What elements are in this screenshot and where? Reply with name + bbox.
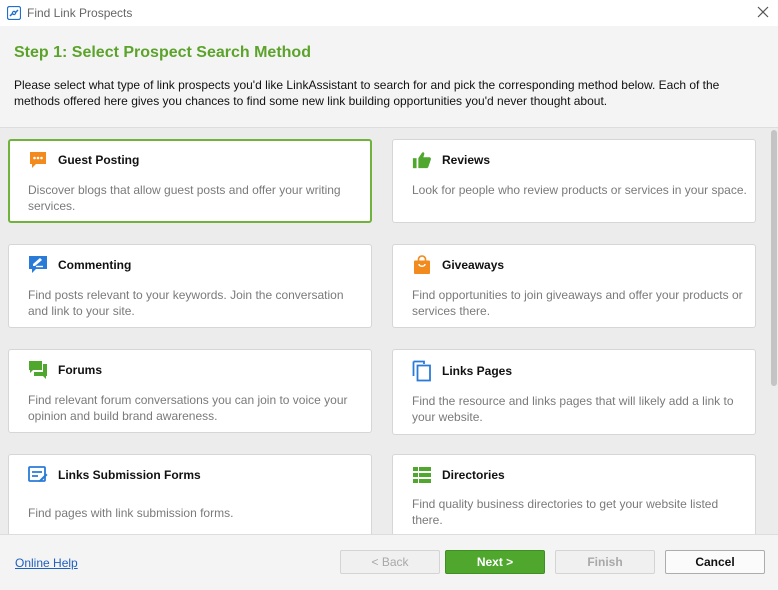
method-card-guest-posting[interactable]: Guest Posting Discover blogs that allow …: [8, 139, 372, 223]
finish-button[interactable]: Finish: [555, 550, 655, 574]
method-card-forums[interactable]: Forums Find relevant forum conversations…: [8, 349, 372, 433]
method-description: Discover blogs that allow guest posts an…: [28, 183, 341, 213]
next-button[interactable]: Next >: [445, 550, 545, 574]
method-description: Find pages with link submission forms.: [28, 506, 234, 520]
method-title: Giveaways: [442, 258, 505, 272]
pages-copy-icon: [412, 360, 432, 382]
form-edit-icon: [28, 465, 48, 485]
method-card-links-submission-forms[interactable]: Links Submission Forms Find pages with l…: [8, 454, 372, 534]
method-card-links-pages[interactable]: Links Pages Find the resource and links …: [392, 349, 756, 435]
scrollbar-thumb[interactable]: [771, 130, 777, 386]
window-title: Find Link Prospects: [27, 6, 133, 20]
method-title: Reviews: [442, 153, 491, 167]
method-description: Find posts relevant to your keywords. Jo…: [28, 288, 344, 318]
method-description: Look for people who review products or s…: [412, 183, 747, 197]
speech-bubble-icon: [28, 150, 48, 170]
dialog-footer: Online Help < Back Next > Finish Cancel: [0, 534, 778, 590]
method-title: Links Pages: [442, 364, 513, 378]
method-title: Directories: [442, 468, 505, 482]
thumbs-up-icon: [412, 150, 432, 170]
method-title: Guest Posting: [58, 153, 140, 167]
app-logo-icon: [7, 6, 21, 20]
method-description: Find the resource and links pages that w…: [412, 394, 734, 424]
page-title: Step 1: Select Prospect Search Method: [14, 44, 311, 61]
method-list: Guest Posting Discover blogs that allow …: [0, 128, 770, 534]
shopping-bag-icon: [412, 255, 432, 275]
step-description: Please select what type of link prospect…: [14, 78, 720, 108]
method-description: Find relevant forum conversations you ca…: [28, 393, 348, 423]
method-title: Commenting: [58, 258, 132, 272]
method-card-commenting[interactable]: Commenting Find posts relevant to your k…: [8, 244, 372, 328]
online-help-link[interactable]: Online Help: [15, 556, 78, 570]
method-title: Forums: [58, 363, 103, 377]
title-bar: Find Link Prospects: [0, 0, 778, 26]
dialog-header: Step 1: Select Prospect Search Method Pl…: [0, 26, 778, 128]
back-button[interactable]: < Back: [340, 550, 440, 574]
method-description: Find opportunities to join giveaways and…: [412, 288, 743, 318]
method-description: Find quality business directories to get…: [412, 497, 719, 527]
method-card-directories[interactable]: Directories Find quality business direct…: [392, 454, 756, 534]
find-link-prospects-dialog: Find Link Prospects Step 1: Select Prosp…: [0, 0, 778, 590]
comment-pencil-icon: [28, 255, 48, 275]
method-title: Links Submission Forms: [58, 468, 201, 482]
method-card-giveaways[interactable]: Giveaways Find opportunities to join giv…: [392, 244, 756, 328]
directory-list-icon: [412, 465, 432, 485]
close-icon[interactable]: [754, 3, 772, 21]
cancel-button[interactable]: Cancel: [665, 550, 765, 574]
method-card-reviews[interactable]: Reviews Look for people who review produ…: [392, 139, 756, 223]
vertical-scrollbar[interactable]: [770, 128, 778, 534]
forum-chat-icon: [28, 360, 48, 380]
